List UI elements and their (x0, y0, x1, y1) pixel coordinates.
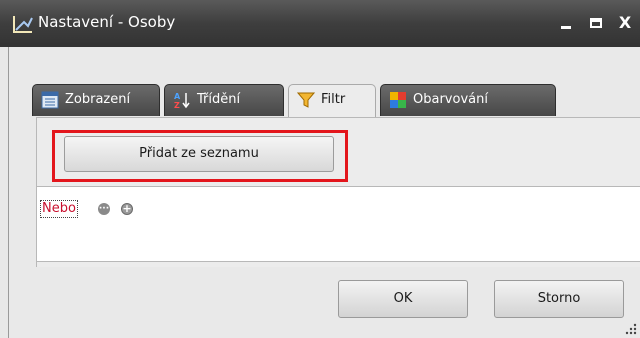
close-button[interactable]: X (614, 12, 636, 34)
svg-text:A: A (174, 92, 181, 101)
ellipsis-circle-icon[interactable]: ··· (98, 203, 110, 215)
plus-circle-icon[interactable]: + (121, 203, 133, 215)
tab-label: Obarvování (413, 92, 488, 107)
color-palette-icon (390, 92, 406, 108)
svg-text:Z: Z (174, 101, 180, 109)
ok-button[interactable]: OK (338, 280, 468, 318)
tab-trideni[interactable]: A Z Třídění (164, 84, 284, 116)
cancel-button[interactable]: Storno (494, 280, 624, 318)
add-from-list-button[interactable]: Přidat ze seznamu (64, 136, 334, 172)
filter-operator-link[interactable]: Nebo (40, 200, 78, 218)
title-bar[interactable]: Nastavení - Osoby X (0, 0, 640, 47)
filter-condition-area[interactable] (36, 186, 640, 262)
tab-zobrazeni[interactable]: Zobrazení (32, 84, 160, 116)
funnel-icon (297, 92, 315, 108)
minimize-icon (561, 26, 571, 29)
tab-label: Filtr (321, 92, 346, 107)
tab-label: Třídění (197, 92, 241, 107)
maximize-icon (590, 18, 602, 28)
minimize-button[interactable] (556, 12, 578, 34)
resize-grip-icon[interactable] (624, 322, 638, 336)
tab-label: Zobrazení (65, 92, 131, 107)
settings-window: Nastavení - Osoby X Zobrazení A Z Tříděn… (0, 0, 640, 338)
list-view-icon (41, 91, 59, 109)
window-title: Nastavení - Osoby (38, 13, 176, 31)
tab-filtr[interactable]: Filtr (288, 84, 376, 118)
tab-obarvovani[interactable]: Obarvování (380, 84, 556, 116)
settings-app-icon (13, 16, 33, 33)
maximize-button[interactable] (586, 12, 608, 34)
sort-az-icon: A Z (174, 92, 190, 109)
